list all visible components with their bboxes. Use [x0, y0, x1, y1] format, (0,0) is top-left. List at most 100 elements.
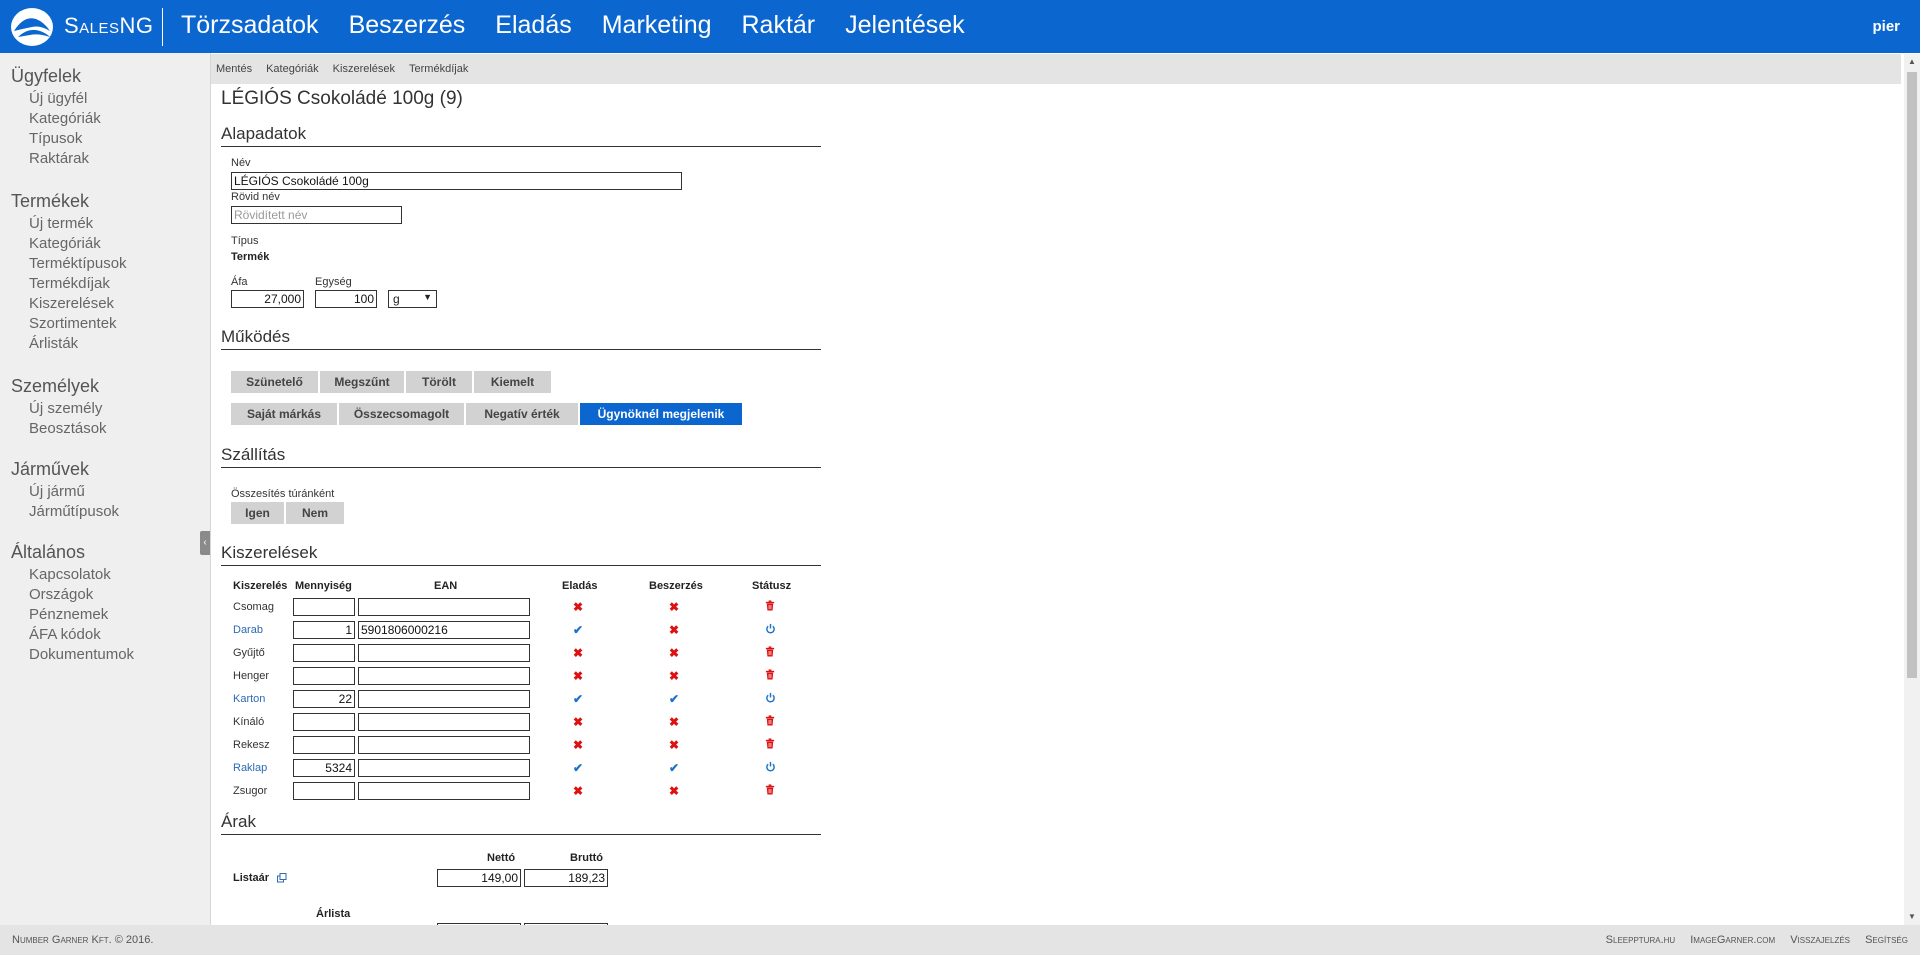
sidebar-item-uj-jarmu[interactable]: Új jármű — [29, 482, 119, 502]
nav-raktar[interactable]: Raktár — [742, 11, 816, 40]
check-icon[interactable]: ✔ — [571, 761, 585, 775]
packaging-ean-input[interactable] — [358, 736, 530, 754]
footer-link-imagegarner[interactable]: ImageGarner.com — [1690, 934, 1775, 946]
toggle-negativ-ertek[interactable]: Negatív érték — [466, 403, 578, 425]
sidebar-item-afa-kodok[interactable]: ÁFA kódok — [29, 625, 134, 645]
product-fees-button[interactable]: Termékdíjak — [402, 54, 475, 85]
toggle-megszunt[interactable]: Megszűnt — [320, 371, 404, 393]
packaging-name[interactable]: Darab — [233, 624, 263, 636]
tour-summary-no-button[interactable]: Nem — [286, 502, 344, 524]
packaging-ean-input[interactable] — [358, 759, 530, 777]
sidebar-group-title[interactable]: Személyek — [11, 375, 107, 397]
sidebar-item-penznemek[interactable]: Pénznemek — [29, 605, 134, 625]
nav-marketing[interactable]: Marketing — [602, 11, 712, 40]
vertical-scrollbar[interactable]: ▲ ▼ — [1904, 54, 1920, 925]
list-price-gross-input[interactable] — [524, 869, 608, 887]
power-icon[interactable] — [763, 692, 777, 706]
cross-icon[interactable]: ✖ — [571, 646, 585, 660]
scroll-down-icon[interactable]: ▼ — [1904, 909, 1920, 925]
scroll-up-icon[interactable]: ▲ — [1904, 54, 1920, 70]
packaging-quantity-input[interactable] — [293, 713, 355, 731]
sidebar-item-dokumentumok[interactable]: Dokumentumok — [29, 645, 134, 665]
packaging-quantity-input[interactable] — [293, 690, 355, 708]
packaging-name[interactable]: Raklap — [233, 762, 267, 774]
packaging-ean-input[interactable] — [358, 621, 530, 639]
external-link-icon[interactable] — [277, 873, 287, 883]
check-icon[interactable]: ✔ — [667, 692, 681, 706]
cross-icon[interactable]: ✖ — [571, 784, 585, 798]
sidebar-item-uj-ugyfel[interactable]: Új ügyfél — [29, 89, 101, 109]
trash-icon[interactable] — [763, 738, 777, 752]
check-icon[interactable]: ✔ — [571, 692, 585, 706]
packaging-quantity-input[interactable] — [293, 736, 355, 754]
sidebar-item-arlistak[interactable]: Árlisták — [29, 334, 127, 354]
sidebar-item-termekdijak[interactable]: Termékdíjak — [29, 274, 127, 294]
sidebar-item-kapcsolatok[interactable]: Kapcsolatok — [29, 565, 134, 585]
nav-torzsadatok[interactable]: Törzsadatok — [181, 11, 319, 40]
cross-icon[interactable]: ✖ — [667, 600, 681, 614]
cross-icon[interactable]: ✖ — [571, 738, 585, 752]
footer-link-feedback[interactable]: Visszajelzés — [1790, 934, 1850, 946]
cross-icon[interactable]: ✖ — [667, 738, 681, 752]
trash-icon[interactable] — [763, 715, 777, 729]
list-price-net-input[interactable] — [437, 869, 521, 887]
cross-icon[interactable]: ✖ — [667, 669, 681, 683]
sidebar-collapse-icon[interactable]: ‹ — [200, 531, 210, 555]
save-button[interactable]: Mentés — [211, 54, 259, 85]
packaging-ean-input[interactable] — [358, 782, 530, 800]
cross-icon[interactable]: ✖ — [667, 646, 681, 660]
categories-button[interactable]: Kategóriák — [259, 54, 326, 85]
power-icon[interactable] — [763, 623, 777, 637]
toggle-kiemelt[interactable]: Kiemelt — [474, 371, 551, 393]
nav-jelentesek[interactable]: Jelentések — [845, 11, 965, 40]
check-icon[interactable]: ✔ — [667, 761, 681, 775]
trash-icon[interactable] — [763, 669, 777, 683]
packaging-quantity-input[interactable] — [293, 598, 355, 616]
sidebar-item-orszagok[interactable]: Országok — [29, 585, 134, 605]
packaging-ean-input[interactable] — [358, 667, 530, 685]
toggle-torolt[interactable]: Törölt — [406, 371, 472, 393]
packagings-button[interactable]: Kiszerelések — [326, 54, 402, 85]
sidebar-group-title[interactable]: Termékek — [11, 190, 127, 212]
sidebar-group-title[interactable]: Járművek — [11, 458, 119, 480]
packaging-quantity-input[interactable] — [293, 667, 355, 685]
trash-icon[interactable] — [763, 600, 777, 614]
sidebar-item-uj-termek[interactable]: Új termék — [29, 214, 127, 234]
packaging-ean-input[interactable] — [358, 690, 530, 708]
sidebar-item-kiszerelesek[interactable]: Kiszerelések — [29, 294, 127, 314]
vat-input[interactable] — [231, 290, 304, 308]
packaging-ean-input[interactable] — [358, 713, 530, 731]
sidebar-item-jarmutipusok[interactable]: Járműtípusok — [29, 502, 119, 522]
sidebar-item-raktarak[interactable]: Raktárak — [29, 149, 101, 169]
toggle-ugynoknel-megjelenik[interactable]: Ügynöknél megjelenik — [580, 403, 742, 425]
sidebar-group-title[interactable]: Általános — [11, 541, 134, 563]
brand-name[interactable]: SalesNG — [64, 13, 154, 39]
short-name-input[interactable] — [231, 206, 402, 224]
toggle-sajat-markas[interactable]: Saját márkás — [231, 403, 337, 425]
cross-icon[interactable]: ✖ — [571, 600, 585, 614]
packaging-ean-input[interactable] — [358, 644, 530, 662]
trash-icon[interactable] — [763, 784, 777, 798]
scrollbar-thumb[interactable] — [1907, 72, 1917, 678]
check-icon[interactable]: ✔ — [571, 623, 585, 637]
packaging-quantity-input[interactable] — [293, 644, 355, 662]
packaging-quantity-input[interactable] — [293, 621, 355, 639]
packaging-name[interactable]: Karton — [233, 693, 265, 705]
power-icon[interactable] — [763, 761, 777, 775]
sidebar-item-kategoriak[interactable]: Kategóriák — [29, 109, 101, 129]
footer-link-sleepptura[interactable]: Sleepptura.hu — [1606, 934, 1676, 946]
name-input[interactable] — [231, 172, 682, 190]
user-menu[interactable]: pier — [1872, 18, 1900, 35]
sidebar-item-tipusok[interactable]: Típusok — [29, 129, 101, 149]
sidebar-item-szortimentek[interactable]: Szortimentek — [29, 314, 127, 334]
sidebar-group-title[interactable]: Ügyfelek — [11, 65, 101, 87]
toggle-osszecsomagolt[interactable]: Összecsomagolt — [339, 403, 464, 425]
packaging-quantity-input[interactable] — [293, 782, 355, 800]
packaging-ean-input[interactable] — [358, 598, 530, 616]
nav-eladas[interactable]: Eladás — [495, 11, 571, 40]
logo-icon[interactable] — [10, 7, 54, 47]
cross-icon[interactable]: ✖ — [667, 623, 681, 637]
sidebar-item-uj-szemely[interactable]: Új személy — [29, 399, 107, 419]
nav-beszerzes[interactable]: Beszerzés — [349, 11, 466, 40]
tour-summary-yes-button[interactable]: Igen — [231, 502, 284, 524]
